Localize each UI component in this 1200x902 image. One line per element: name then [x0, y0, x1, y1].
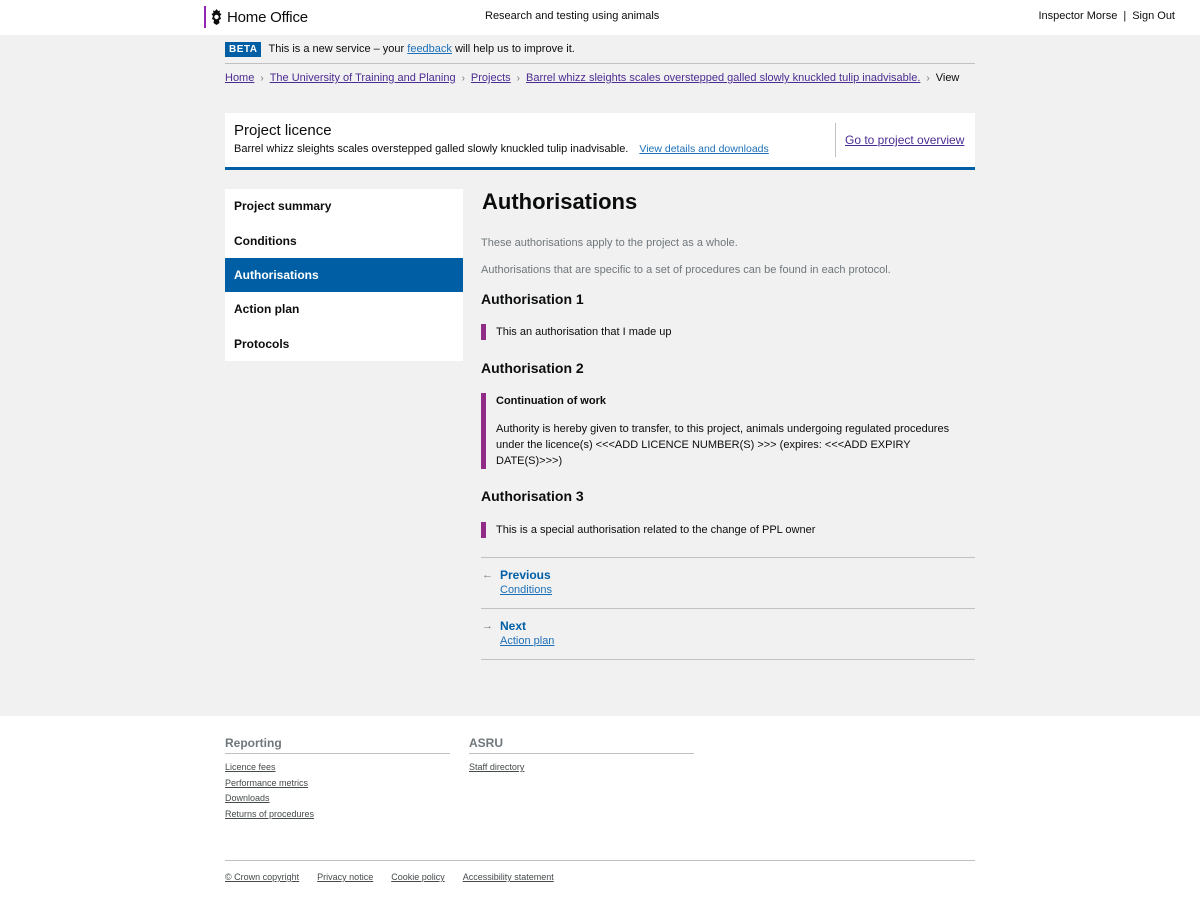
- footer-link-downloads[interactable]: Downloads: [225, 793, 450, 803]
- footer-link-staff-directory[interactable]: Staff directory: [469, 762, 694, 772]
- service-name[interactable]: Research and testing using animals: [485, 10, 659, 22]
- home-office-logo[interactable]: Home Office: [204, 6, 308, 28]
- authorisation-inset: Continuation of work Authority is hereby…: [481, 393, 975, 469]
- chevron-right-icon: ›: [260, 72, 264, 84]
- overview-section: Go to project overview: [835, 123, 964, 157]
- authorisation-text: Authority is hereby given to transfer, t…: [496, 423, 950, 467]
- previous-label[interactable]: Previous: [500, 568, 551, 582]
- previous-target[interactable]: Conditions: [500, 584, 552, 596]
- breadcrumb: Home › The University of Training and Pl…: [225, 72, 959, 84]
- sidenav-item-action-plan[interactable]: Action plan: [225, 292, 463, 326]
- chevron-right-icon: ›: [926, 72, 930, 84]
- beta-text-before: This is a new service – your: [268, 43, 408, 55]
- phase-banner: BETA This is a new service – your feedba…: [225, 42, 975, 64]
- next-label[interactable]: Next: [500, 619, 526, 633]
- authorisation-heading: Authorisation 3: [481, 488, 584, 504]
- site-footer: Reporting Licence fees Performance metri…: [0, 716, 1200, 902]
- authorisation-inset: This is a special authorisation related …: [481, 522, 815, 538]
- sidenav-item-project-summary[interactable]: Project summary: [225, 189, 463, 223]
- footer-link-licence-fees[interactable]: Licence fees: [225, 762, 450, 772]
- breadcrumb-current: View: [935, 72, 960, 84]
- sidenav-item-protocols[interactable]: Protocols: [225, 327, 463, 361]
- breadcrumb-projects[interactable]: Projects: [471, 72, 511, 84]
- licence-header: Project licence Barrel whizz sleights sc…: [225, 113, 975, 170]
- logo-text: Home Office: [227, 8, 308, 26]
- go-to-overview-link[interactable]: Go to project overview: [845, 133, 964, 147]
- side-navigation: Project summary Conditions Authorisation…: [225, 189, 463, 361]
- user-separator: |: [1123, 10, 1127, 22]
- authorisation-text: This an authorisation that I made up: [496, 326, 672, 338]
- breadcrumb-project[interactable]: Barrel whizz sleights scales overstepped…: [526, 72, 920, 84]
- footer-link-cookies[interactable]: Cookie policy: [391, 872, 445, 882]
- breadcrumb-establishment[interactable]: The University of Training and Planing: [270, 72, 456, 84]
- arrow-left-icon: ←: [482, 569, 493, 581]
- beta-tag: BETA: [225, 42, 262, 57]
- next-target[interactable]: Action plan: [500, 635, 554, 647]
- footer-link-returns[interactable]: Returns of procedures: [225, 809, 450, 819]
- chevron-right-icon: ›: [516, 72, 521, 84]
- authorisation-text: This is a special authorisation related …: [496, 524, 816, 536]
- licence-subtitle: Barrel whizz sleights scales overstepped…: [234, 143, 769, 155]
- footer-column-reporting: Reporting Licence fees Performance metri…: [225, 736, 450, 824]
- footer-heading: ASRU: [469, 736, 694, 754]
- view-details-link[interactable]: View details and downloads: [639, 143, 768, 155]
- intro-text-1: These authorisations apply to the projec…: [481, 237, 738, 249]
- arrow-right-icon: →: [482, 620, 493, 632]
- pagination: ← Previous Conditions → Next Action plan: [481, 557, 975, 660]
- footer-link-crown-copyright[interactable]: © Crown copyright: [225, 872, 299, 882]
- authorisation-heading: Authorisation 1: [481, 291, 584, 307]
- sign-out-link[interactable]: Sign Out: [1132, 10, 1175, 22]
- footer-column-asru: ASRU Staff directory: [469, 736, 694, 778]
- authorisation-heading: Authorisation 2: [481, 360, 584, 376]
- footer-meta: © Crown copyright Privacy notice Cookie …: [225, 860, 975, 882]
- main-area: BETA This is a new service – your feedba…: [0, 35, 1200, 716]
- user-name-link[interactable]: Inspector Morse: [1038, 10, 1117, 22]
- authorisation-inset: This an authorisation that I made up: [481, 324, 672, 340]
- beta-text-after: will help us to improve it.: [451, 43, 575, 55]
- chevron-right-icon: ›: [461, 72, 465, 84]
- breadcrumb-home[interactable]: Home: [225, 72, 254, 84]
- sidenav-item-authorisations[interactable]: Authorisations: [225, 257, 463, 293]
- user-menu: Inspector Morse | Sign Out: [1038, 10, 1175, 22]
- footer-link-accessibility[interactable]: Accessibility statement: [463, 872, 554, 882]
- royal-crest-icon: [211, 9, 222, 25]
- page-title: Authorisations: [482, 189, 638, 214]
- licence-title: Barrel whizz sleights scales overstepped…: [234, 143, 629, 155]
- footer-link-performance-metrics[interactable]: Performance metrics: [225, 778, 450, 788]
- footer-link-privacy[interactable]: Privacy notice: [317, 872, 373, 882]
- intro-text-2: Authorisations that are specific to a se…: [481, 264, 891, 276]
- footer-heading: Reporting: [225, 736, 450, 754]
- beta-text: This is a new service – your feedback wi…: [268, 42, 574, 55]
- authorisation-title: Continuation of work: [496, 395, 606, 407]
- licence-type: Project licence: [234, 122, 332, 139]
- sidenav-item-conditions[interactable]: Conditions: [225, 223, 463, 257]
- next-page-link[interactable]: → Next Action plan: [481, 609, 975, 660]
- feedback-link[interactable]: feedback: [407, 43, 452, 55]
- previous-page-link[interactable]: ← Previous Conditions: [481, 558, 975, 609]
- site-header: Home Office Research and testing using a…: [0, 0, 1200, 35]
